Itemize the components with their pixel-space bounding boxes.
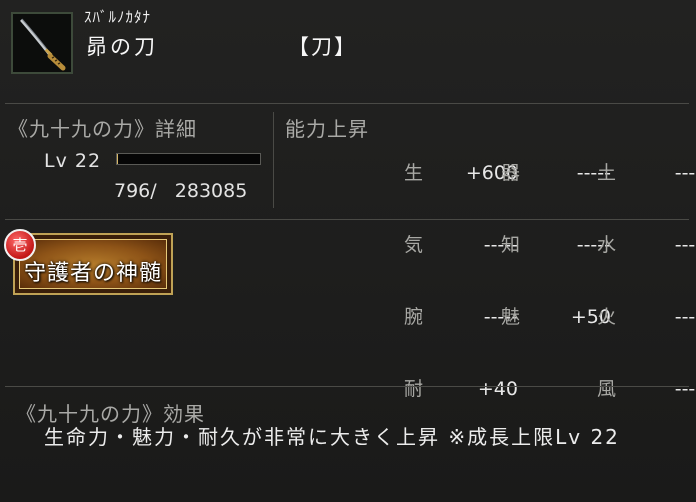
skill-label: 守護者の神髄 — [23, 261, 162, 286]
stat-key: 土 — [597, 162, 617, 184]
divider — [5, 103, 689, 104]
effect-title: 《九十九の力》効果 — [16, 402, 205, 426]
stats-column-2: 器 ----- 知 ----- 魅 +50 — [501, 113, 611, 377]
stat-row: 耐 +40 — [404, 377, 518, 401]
exp-bar — [116, 153, 261, 165]
stat-row: 風 ----- — [597, 377, 696, 401]
stat-row: 土 ----- — [597, 161, 696, 185]
stat-row: 魅 +50 — [501, 305, 611, 329]
skill-button-face: 守護者の神髄 — [19, 239, 167, 289]
level-label: Lv 22 — [44, 150, 102, 172]
rank-badge: 壱 — [4, 229, 36, 261]
item-type: 【刀】 — [288, 35, 357, 59]
stat-key: 器 — [501, 162, 521, 184]
item-detail-panel: ｽﾊﾞﾙﾉｶﾀﾅ 昴の刀 【刀】 《九十九の力》詳細 Lv 22 796/ 28… — [0, 0, 696, 502]
stat-key: 腕 — [404, 306, 424, 328]
stat-row: 火 ----- — [597, 305, 696, 329]
stat-key: 魅 — [501, 306, 521, 328]
stat-row: 水 ----- — [597, 233, 696, 257]
stats-column-3: 土 ----- 水 ----- 火 ----- 風 ----- — [597, 113, 696, 449]
divider — [5, 386, 689, 387]
stat-key: 知 — [501, 234, 521, 256]
divider — [5, 219, 689, 220]
item-name: 昴の刀 — [86, 35, 158, 59]
skill-button[interactable]: 守護者の神髄 — [13, 233, 173, 295]
stat-row: 器 ----- — [501, 161, 611, 185]
exp-current: 796/ — [114, 180, 157, 202]
stat-value: ----- — [674, 378, 696, 400]
stat-key: 生 — [404, 162, 424, 184]
growth-detail-title: 《九十九の力》詳細 — [8, 117, 197, 141]
katana-icon — [11, 12, 73, 74]
stat-value: +40 — [477, 378, 518, 400]
exp-next: 283085 — [174, 180, 248, 202]
effect-description: 生命力・魅力・耐久が非常に大きく上昇 ※成長上限Lv 22 — [44, 425, 620, 449]
item-kana-name: ｽﾊﾞﾙﾉｶﾀﾅ — [84, 8, 152, 26]
stat-value: ----- — [674, 306, 696, 328]
exp-readout: 796/ 283085 — [114, 180, 247, 202]
stat-row: 知 ----- — [501, 233, 611, 257]
stats-title: 能力上昇 — [285, 117, 369, 141]
divider-vertical — [273, 112, 274, 208]
stat-key: 気 — [404, 234, 424, 256]
stat-value: ----- — [674, 234, 696, 256]
stat-value: ----- — [674, 162, 696, 184]
stat-key: 風 — [597, 378, 617, 400]
stat-key: 水 — [597, 234, 617, 256]
stat-key: 耐 — [404, 378, 424, 400]
stat-key: 火 — [597, 306, 617, 328]
